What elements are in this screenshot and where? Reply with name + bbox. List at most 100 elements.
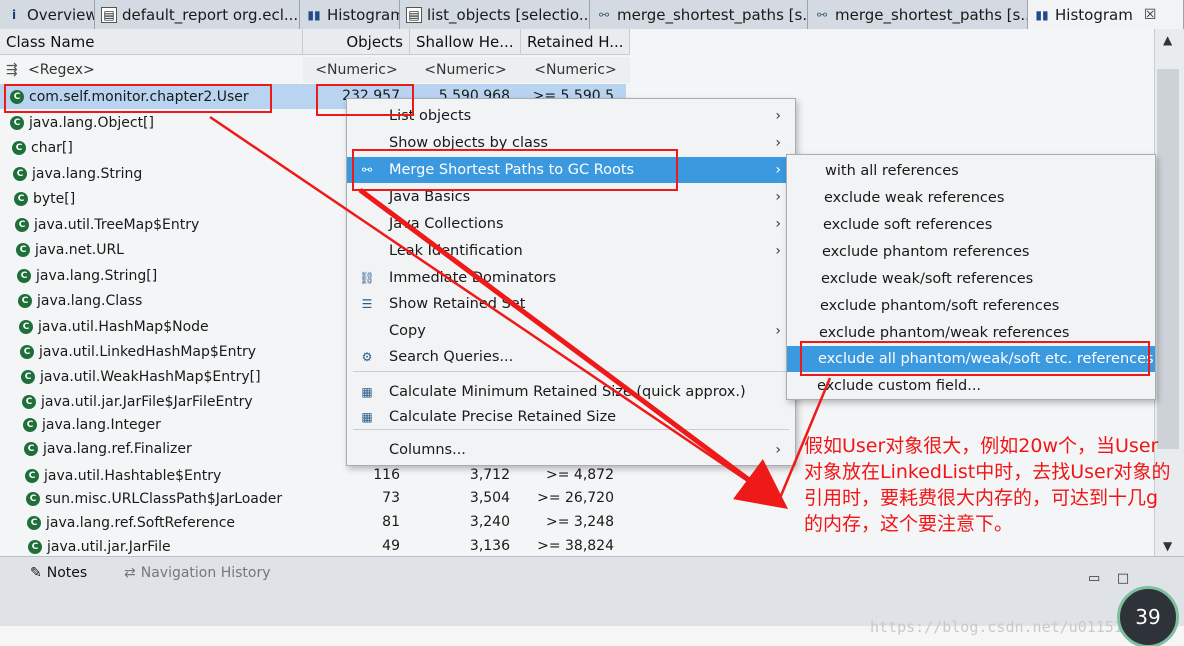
table-row[interactable]: Cchar[] — [8, 135, 328, 160]
menu-item-leak-identification[interactable]: Leak Identification › — [347, 238, 795, 264]
column-header-objects[interactable]: Objects — [303, 29, 410, 55]
menu-icon-spacer — [357, 322, 377, 340]
chevron-right-icon: › — [775, 135, 781, 151]
menu-item-show-retained-set[interactable]: ☰ Show Retained Set — [347, 291, 795, 317]
column-header-class-name[interactable]: Class Name — [0, 29, 303, 55]
table-row[interactable]: Cjava.util.jar.JarFile$JarFileEntry — [18, 389, 338, 414]
class-name-cell: java.util.TreeMap$Entry — [34, 216, 200, 233]
dominators-icon: ⛓ — [359, 271, 375, 285]
tab-6[interactable]: ▮▮ Histogram ☒ — [1028, 0, 1184, 29]
table-row[interactable]: Cjava.util.HashMap$Node — [15, 314, 335, 339]
shallow-numeric-filter[interactable]: <Numeric> — [410, 57, 521, 83]
class-icon: C — [12, 140, 26, 155]
tab-notes[interactable]: ✎ Notes — [30, 565, 87, 581]
tab-3[interactable]: ▤ list_objects [selectio... — [400, 0, 590, 29]
column-header-shallow-heap[interactable]: Shallow He... — [410, 29, 521, 55]
minimize-icon[interactable]: ▭ — [1088, 571, 1100, 586]
chevron-right-icon: › — [775, 189, 781, 205]
menu-item-list-objects[interactable]: List objects › — [347, 103, 795, 129]
menu-item-label: Java Basics — [389, 189, 471, 205]
submenu-item-exclude-weak-soft-references[interactable]: exclude weak/soft references — [787, 266, 1155, 292]
tab-navigation-history[interactable]: ⇄ Navigation History — [124, 565, 271, 581]
retained-numeric-filter[interactable]: <Numeric> — [521, 57, 630, 83]
menu-item-copy[interactable]: Copy › — [347, 318, 795, 344]
retained-cell: >= 3,248 — [546, 514, 614, 530]
highlight-box-merge-menu — [352, 149, 678, 191]
table-row[interactable]: Cjava.util.LinkedHashMap$Entry — [16, 339, 336, 364]
panel-window-controls[interactable]: ▭ □ — [1088, 571, 1129, 586]
regex-filter-input[interactable]: ⇶ <Regex> — [0, 57, 303, 83]
submenu-item-label: with all references — [825, 163, 959, 179]
class-icon: C — [20, 344, 34, 359]
menu-item-label: Copy — [389, 323, 426, 339]
submenu-item-exclude-custom-field[interactable]: exclude custom field... — [787, 373, 1155, 399]
shallow-cell: 3,504 — [469, 490, 510, 506]
submenu-item-exclude-soft-references[interactable]: exclude soft references — [787, 212, 1155, 238]
tab-0[interactable]: i Overview — [0, 0, 95, 29]
class-name-cell: java.util.jar.JarFile — [47, 538, 171, 555]
menu-item-immediate-dominators[interactable]: ⛓ Immediate Dominators — [347, 265, 795, 291]
table-header: Class Name Objects Shallow He... Retaine… — [0, 29, 630, 55]
tab-4[interactable]: ⚯ merge_shortest_paths [s... — [590, 0, 808, 29]
table-row[interactable]: Cjava.util.jar.JarFile — [24, 534, 344, 556]
table-row[interactable]: Cjava.lang.String — [9, 161, 329, 186]
menu-item-label: Show Retained Set — [389, 296, 526, 312]
column-header-retained-heap[interactable]: Retained H... — [521, 29, 630, 55]
close-icon[interactable]: ☒ — [1144, 7, 1157, 23]
tab-1[interactable]: ▤ default_report org.ecl... — [95, 0, 300, 29]
menu-item-label: Immediate Dominators — [389, 270, 557, 286]
tab-label: default_report org.ecl... — [122, 5, 299, 24]
class-name-cell: java.util.HashMap$Node — [38, 318, 209, 335]
menu-item-label: Leak Identification — [389, 243, 523, 259]
maximize-icon[interactable]: □ — [1117, 571, 1129, 586]
retained-cell: >= 4,872 — [546, 467, 614, 483]
document-icon: ▤ — [406, 6, 422, 23]
tab-2[interactable]: ▮▮ Histogram — [300, 0, 400, 29]
table-row[interactable]: Cbyte[] — [10, 186, 330, 211]
submenu-item-with-all-references[interactable]: with all references — [787, 158, 1155, 184]
submenu-item-exclude-weak-references[interactable]: exclude weak references — [787, 185, 1155, 211]
menu-item-calculate-minimum-retained-size-quick-approx[interactable]: ▦ Calculate Minimum Retained Size (quick … — [347, 379, 795, 405]
highlight-box-user-class — [4, 84, 272, 113]
objects-numeric-filter[interactable]: <Numeric> — [303, 57, 410, 83]
scroll-up-arrow-icon[interactable]: ▲ — [1163, 33, 1172, 47]
class-name-cell: java.lang.ref.SoftReference — [46, 514, 236, 531]
class-icon: C — [22, 394, 36, 409]
chevron-right-icon: › — [775, 162, 781, 178]
class-icon: C — [10, 115, 24, 130]
menu-item-java-collections[interactable]: Java Collections › — [347, 211, 795, 237]
menu-icon-spacer — [357, 215, 377, 233]
tab-label: Histogram — [1055, 5, 1133, 24]
table-row[interactable]: Cjava.lang.ref.SoftReference — [23, 510, 343, 535]
submenu-item-exclude-phantom-references[interactable]: exclude phantom references — [787, 239, 1155, 265]
tab-5[interactable]: ⚯ merge_shortest_paths [s... — [808, 0, 1028, 29]
menu-item-label: Java Collections — [389, 216, 504, 232]
table-row[interactable]: Cjava.lang.Class — [14, 288, 334, 313]
tab-label: merge_shortest_paths [s... — [835, 5, 1028, 24]
table-row[interactable]: Cjava.lang.Integer — [19, 412, 339, 437]
menu-item-columns[interactable]: Columns... › — [347, 437, 795, 463]
table-row[interactable]: Cjava.lang.Object[] — [6, 110, 326, 135]
tree-icon: ⚯ — [598, 7, 610, 22]
menu-item-search-queries[interactable]: ⚙ Search Queries... — [347, 344, 795, 370]
table-row[interactable]: Cjava.util.TreeMap$Entry — [11, 212, 331, 237]
chevron-right-icon: › — [775, 216, 781, 232]
table-row[interactable]: Cjava.util.Hashtable$Entry — [21, 463, 341, 488]
table-row[interactable]: Cjava.util.WeakHashMap$Entry[] — [17, 364, 337, 389]
scrollbar-thumb[interactable] — [1157, 69, 1179, 449]
highlight-box-exclude-all — [800, 341, 1150, 376]
class-name-cell: java.net.URL — [35, 241, 124, 258]
scroll-down-arrow-icon[interactable]: ▼ — [1163, 539, 1172, 553]
submenu-item-exclude-phantom-soft-references[interactable]: exclude phantom/soft references — [787, 293, 1155, 319]
calculator-icon: ▦ — [361, 410, 373, 424]
table-row[interactable]: Cjava.lang.ref.Finalizer — [20, 436, 340, 461]
notes-icon: ✎ — [30, 565, 42, 581]
table-row[interactable]: Csun.misc.URLClassPath$JarLoader — [22, 486, 342, 511]
editor-tab-strip: i Overview ▤ default_report org.ecl... ▮▮ His… — [0, 0, 1184, 29]
tab-label: Histogram — [327, 5, 400, 24]
class-name-cell: java.lang.ref.Finalizer — [43, 440, 192, 457]
table-row[interactable]: Cjava.lang.String[] — [13, 263, 333, 288]
table-row[interactable]: Cjava.net.URL — [12, 237, 332, 262]
calculator-icon: ▦ — [361, 385, 373, 399]
menu-item-calculate-precise-retained-size[interactable]: ▦ Calculate Precise Retained Size — [347, 404, 795, 430]
